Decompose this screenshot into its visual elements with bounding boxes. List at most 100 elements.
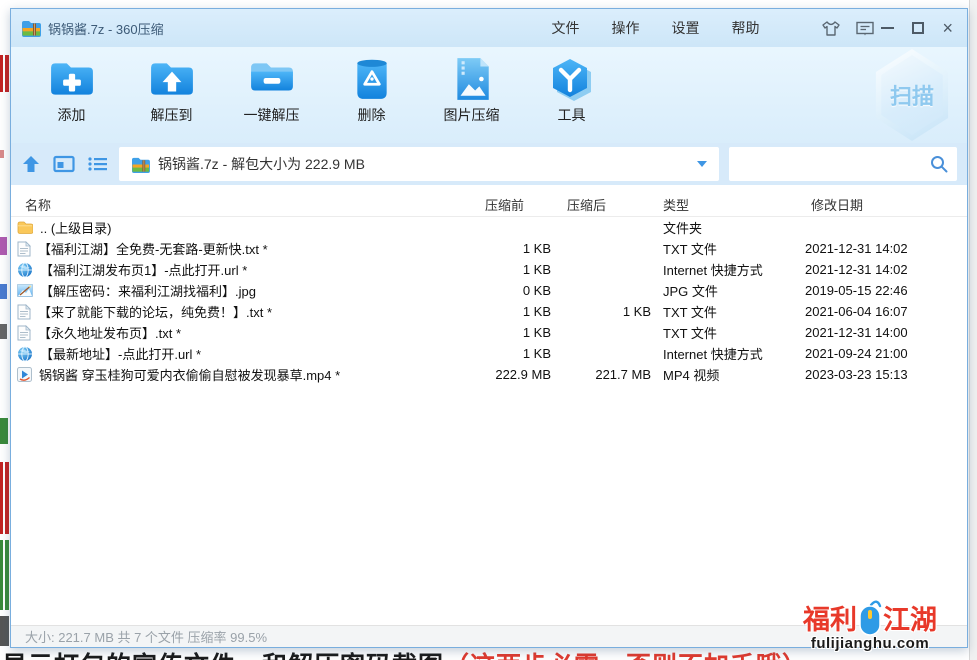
- table-row[interactable]: 【永久地址发布页】.txt * 1 KB TXT 文件 2021-12-31 1…: [11, 322, 967, 343]
- close-button[interactable]: ×: [942, 22, 953, 34]
- column-header-name[interactable]: 名称: [15, 195, 471, 214]
- size-before: 222.9 MB: [471, 367, 551, 382]
- file-name: 【解压密码：来福利江湖找福利】.jpg: [40, 281, 256, 300]
- search-input[interactable]: [737, 147, 929, 181]
- folder-icon: [17, 221, 33, 234]
- mouse-icon: [858, 599, 882, 637]
- menu-file[interactable]: 文件: [535, 12, 595, 44]
- text-file-icon: [17, 304, 31, 320]
- search-icon[interactable]: [929, 154, 949, 174]
- size-before: 1 KB: [471, 241, 551, 256]
- size-before: 1 KB: [471, 346, 551, 361]
- preview-pane-icon: [53, 155, 75, 173]
- background-text-fragment: [0, 462, 9, 534]
- archive-path-combobox[interactable]: 锅锅酱.7z - 解包大小为 222.9 MB: [119, 147, 719, 181]
- file-name: 【福利江湖发布页1】-点此打开.url *: [40, 260, 247, 279]
- toolbar-button-label: 删除: [358, 105, 386, 125]
- background-text-fragment: [0, 324, 7, 339]
- toolbar-button-label: 工具: [558, 105, 586, 125]
- file-type: TXT 文件: [651, 239, 791, 258]
- size-before: 0 KB: [471, 283, 551, 298]
- folder-extract-to-icon: [149, 58, 195, 100]
- list-view-button[interactable]: [87, 155, 109, 173]
- table-row[interactable]: 【福利江湖发布页1】-点此打开.url * 1 KB Internet 快捷方式…: [11, 259, 967, 280]
- minimize-button[interactable]: [881, 27, 894, 29]
- file-type: TXT 文件: [651, 323, 791, 342]
- file-name: .. (上级目录): [40, 218, 112, 237]
- file-date: 2021-09-24 21:00: [791, 346, 959, 361]
- toolbar-button-label: 图片压缩: [444, 105, 500, 125]
- menu-settings[interactable]: 设置: [655, 12, 715, 44]
- column-header-type[interactable]: 类型: [651, 195, 791, 214]
- file-name: 锅锅酱 穿玉桂狗可爱内衣偷偷自慰被发现暴草.mp4 *: [39, 365, 340, 384]
- toolbar: 添加 解压到 一键解压 删除: [11, 47, 967, 143]
- file-type: MP4 视频: [651, 365, 791, 384]
- oneclick-extract-button[interactable]: 一键解压: [223, 55, 320, 125]
- file-name: 【福利江湖】全免费-无套路-更新快.txt *: [38, 239, 268, 258]
- file-type: TXT 文件: [651, 302, 791, 321]
- column-header-date[interactable]: 修改日期: [791, 195, 959, 214]
- table-row[interactable]: 【解压密码：来福利江湖找福利】.jpg 0 KB JPG 文件 2019-05-…: [11, 280, 967, 301]
- app-window: 锅锅酱.7z - 360压缩 文件 操作 设置 帮助 ×: [10, 8, 968, 648]
- background-text-fragment: [0, 150, 4, 158]
- size-after: 1 KB: [551, 304, 651, 319]
- add-button[interactable]: 添加: [23, 55, 120, 125]
- size-before: 1 KB: [471, 262, 551, 277]
- status-text: 大小: 221.7 MB 共 7 个文件 压缩率 99.5%: [25, 627, 267, 646]
- column-header-size-after[interactable]: 压缩后: [551, 195, 651, 214]
- chevron-down-icon[interactable]: [697, 161, 707, 167]
- text-file-icon: [17, 241, 31, 257]
- window-title: 锅锅酱.7z - 360压缩: [48, 19, 164, 38]
- toolbar-button-label: 添加: [58, 105, 86, 125]
- menu-bar: 文件 操作 设置 帮助: [535, 12, 775, 44]
- list-header: 名称 压缩前 压缩后 类型 修改日期: [11, 192, 967, 217]
- text-file-icon: [17, 325, 31, 341]
- size-before: 1 KB: [471, 304, 551, 319]
- table-row[interactable]: 锅锅酱 穿玉桂狗可爱内衣偷偷自慰被发现暴草.mp4 * 222.9 MB 221…: [11, 364, 967, 385]
- up-directory-button[interactable]: [21, 155, 41, 173]
- tools-button[interactable]: 工具: [523, 55, 620, 125]
- feedback-icon[interactable]: [855, 20, 875, 37]
- menu-help[interactable]: 帮助: [715, 12, 775, 44]
- scan-badge[interactable]: 扫描: [871, 49, 953, 141]
- column-header-size-before[interactable]: 压缩前: [471, 195, 551, 214]
- file-type: 文件夹: [651, 218, 791, 237]
- preview-pane-button[interactable]: [53, 155, 75, 173]
- up-arrow-icon: [22, 155, 40, 173]
- background-page-text: 显示打包的宣传文件，和解压密码截图（这两步必需，否则不加千哦）: [2, 646, 808, 660]
- tools-icon: [548, 56, 596, 102]
- skin-theme-icon[interactable]: [821, 20, 841, 37]
- folder-oneclick-extract-icon: [249, 58, 295, 100]
- file-date: 2021-12-31 14:02: [791, 241, 959, 256]
- archive-path-label: 锅锅酱.7z - 解包大小为 222.9 MB: [158, 154, 365, 174]
- title-bar: 锅锅酱.7z - 360压缩 文件 操作 设置 帮助 ×: [11, 9, 967, 47]
- table-row[interactable]: .. (上级目录) 文件夹: [11, 217, 967, 238]
- page-scrollbar[interactable]: [969, 0, 977, 660]
- size-after: 221.7 MB: [551, 367, 651, 382]
- mp4-file-icon: [17, 367, 32, 382]
- address-bar: 锅锅酱.7z - 解包大小为 222.9 MB: [11, 143, 967, 185]
- delete-button[interactable]: 删除: [323, 55, 420, 125]
- background-text-fragment: [0, 540, 9, 610]
- maximize-button[interactable]: [912, 22, 924, 34]
- background-text-fragment: [0, 284, 7, 299]
- image-compress-icon: [452, 56, 492, 102]
- extract-to-button[interactable]: 解压到: [123, 55, 220, 125]
- table-row[interactable]: 【福利江湖】全免费-无套路-更新快.txt * 1 KB TXT 文件 2021…: [11, 238, 967, 259]
- table-row[interactable]: 【来了就能下载的论坛，纯免费！】.txt * 1 KB 1 KB TXT 文件 …: [11, 301, 967, 322]
- list-view-icon: [87, 155, 109, 173]
- file-type: Internet 快捷方式: [651, 260, 791, 279]
- file-type: Internet 快捷方式: [651, 344, 791, 363]
- background-text-fragment: [0, 237, 7, 255]
- image-compress-button[interactable]: 图片压缩: [423, 55, 520, 125]
- file-date: 2021-06-04 16:07: [791, 304, 959, 319]
- file-date: 2023-03-23 15:13: [791, 367, 959, 382]
- file-name: 【最新地址】-点此打开.url *: [40, 344, 201, 363]
- menu-action[interactable]: 操作: [595, 12, 655, 44]
- toolbar-button-label: 一键解压: [244, 105, 300, 125]
- watermark-text-right: 江湖: [883, 598, 937, 637]
- table-row[interactable]: 【最新地址】-点此打开.url * 1 KB Internet 快捷方式 202…: [11, 343, 967, 364]
- search-box: [729, 147, 957, 181]
- watermark-domain: fulijianghu.com: [777, 635, 963, 652]
- background-text-fragment: [0, 418, 8, 444]
